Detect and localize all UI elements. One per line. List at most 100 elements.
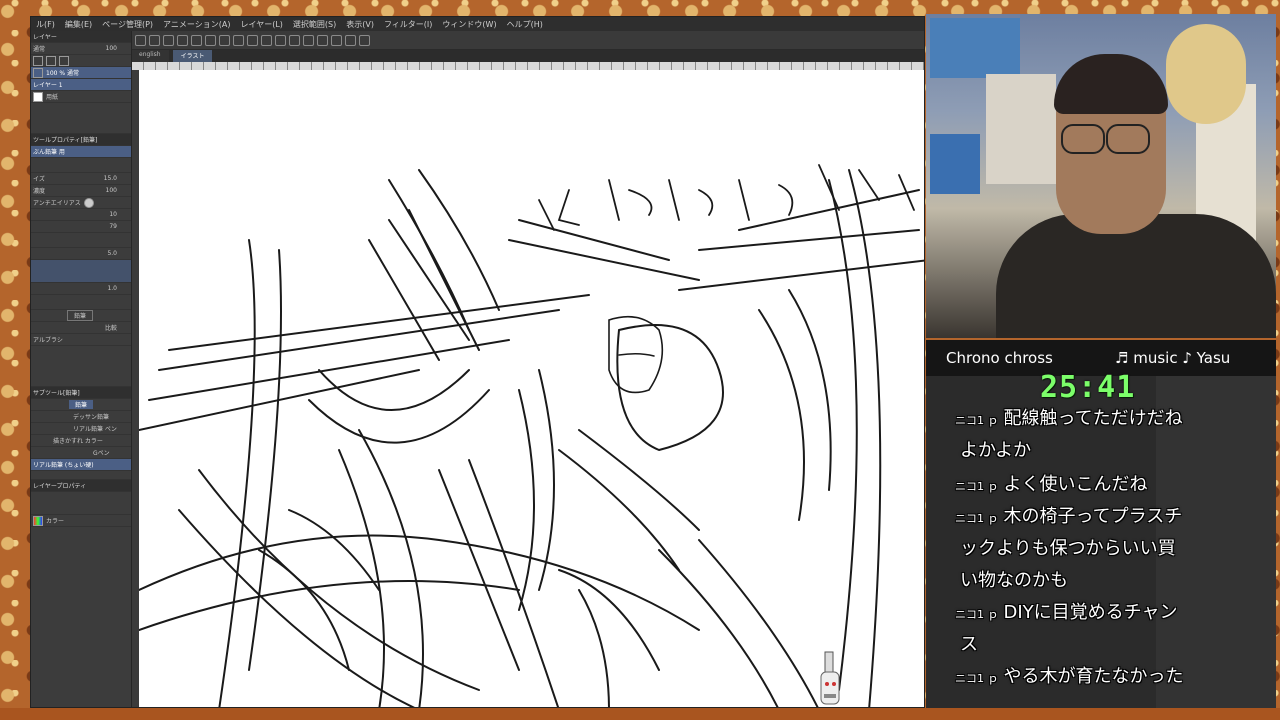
menu-animation[interactable]: アニメーション(A) [158,19,235,30]
comment-text: DIYに目覚めるチャン [1003,602,1178,623]
ratio-value[interactable]: 1.0 [107,285,131,292]
sketch-drawing [139,164,924,707]
layer-name: レイヤー 1 [33,82,63,89]
fill-icon[interactable] [233,34,244,46]
stabilization-value[interactable]: 10 [109,211,131,218]
blend-mode-select[interactable]: 通常 [33,44,45,53]
texture-grid[interactable] [31,260,131,283]
paper-layer-row[interactable]: 用紙 [31,91,131,103]
command-bar [131,31,924,50]
brush-item-3[interactable]: 描きかすれ カラー [31,435,131,447]
bottom-border [0,708,1280,720]
comment-line: ニコ1 ｐ DIYに目覚めるチャン [955,598,1177,624]
glasses-icon [1061,124,1105,154]
person-body [996,214,1276,338]
comment-line: ニコ1 ｐ よく使いこんだね [955,470,1148,496]
menu-edit[interactable]: 編集(E) [60,19,97,30]
wall-poster [930,134,980,194]
brush-size-value[interactable]: 15.0 [104,175,131,182]
color-icon [33,515,43,526]
snap-icon[interactable] [317,34,328,46]
undo-icon[interactable] [191,34,202,46]
new-file-icon[interactable] [135,34,146,46]
ruler-icon[interactable] [303,34,314,46]
brush-item-label: Gペン [93,450,110,457]
stream-timer: 25:41 [1040,370,1136,405]
comment-user: ニコ1 ｐ [955,480,999,493]
snap-grid-icon[interactable] [331,34,342,46]
music-credit: ♬ music ♪ Yasu [1115,349,1231,367]
comment-line: よかよか [955,436,1031,462]
comment-text: ックよりも保つからいい買 [960,538,1176,559]
layer-row-1-sub[interactable]: レイヤー 1 [31,79,131,91]
menu-selection[interactable]: 選択範囲(S) [288,19,341,30]
menu-bar: ル(F) 編集(E) ページ管理(P) アニメーション(A) レイヤー(L) 選… [31,17,924,31]
help-icon[interactable] [359,34,370,46]
crop-icon[interactable] [261,34,272,46]
open-file-icon[interactable] [149,34,160,46]
drawing-canvas[interactable] [139,70,924,707]
compare-select[interactable]: 比較 [105,323,131,332]
menu-file[interactable]: ル(F) [31,19,60,30]
layer-property-title: レイヤープロパティ [33,483,87,490]
brush-label: アルブラシ [33,337,63,344]
spacing-value[interactable]: 5.0 [107,250,131,257]
comment-line: い物なのかも [955,566,1068,592]
brush-item-2[interactable]: リアル鉛筆 ペン [31,423,131,435]
comment-user: ニコ1 ｐ [955,512,999,525]
opacity-value[interactable]: 100 [106,45,131,52]
paper-thumbnail [33,91,43,102]
comment-line: ニコ1 ｐ 配線触ってただけだね [955,404,1183,430]
pencil-tab[interactable]: 鉛筆 [69,400,94,409]
antialias-option[interactable] [83,197,94,208]
tab-illust[interactable]: イラスト [172,50,213,62]
tab-english[interactable]: english [131,50,169,62]
plush-toy [1166,24,1246,124]
glasses-icon [1106,124,1150,154]
paint-app-window: ル(F) 編集(E) ページ管理(P) アニメーション(A) レイヤー(L) 選… [30,16,925,708]
brush-item-label: デッサン鉛筆 [73,414,110,421]
game-title: Chrono chross [946,349,1053,367]
pencil-button[interactable]: 鉛筆 [67,310,94,321]
paper-layer-name: 用紙 [46,94,59,101]
menu-page[interactable]: ページ管理(P) [97,19,158,30]
layer-ref-icon[interactable] [59,55,69,66]
print-icon[interactable] [177,34,188,46]
save-icon[interactable] [163,34,174,46]
wall-poster [930,18,1020,78]
layer-clip-icon[interactable] [46,55,56,66]
layer-row-1[interactable]: 100 % 通常 [31,67,131,79]
mascot-cursor-icon [820,651,840,705]
loading-icon[interactable] [219,34,230,46]
comment-line: ニコ1 ｐ やる木が育たなかった [955,662,1184,688]
brush-item-1[interactable]: デッサン鉛筆 [31,411,131,423]
menu-view[interactable]: 表示(V) [341,19,379,30]
invert-icon[interactable] [289,34,300,46]
menu-help[interactable]: ヘルプ(H) [502,19,548,30]
horizontal-ruler [131,62,924,70]
color-select[interactable]: カラー [46,516,64,525]
brush-item-4[interactable]: Gペン [31,447,131,459]
hardness-value[interactable]: 79 [109,223,131,230]
wall-poster [986,74,1056,184]
brush-item-label: 描きかすれ カラー [53,438,103,445]
comment-text: 配線触ってただけだね [1003,408,1183,429]
comment-text: よく使いこんだね [1003,474,1148,495]
layer-lock-icon[interactable] [33,55,43,66]
menu-filter[interactable]: フィルター(I) [379,19,437,30]
sub-tool-name[interactable]: ぶん鉛筆 用 [33,147,65,156]
density-label: 濃度 [33,188,46,195]
document-tabs: english イラスト [131,50,924,62]
comment-user: ニコ1 ｐ [955,414,999,427]
transform-icon[interactable] [247,34,258,46]
density-value[interactable]: 100 [106,187,131,194]
menu-window[interactable]: ウィンドウ(W) [437,19,501,30]
snap-special-icon[interactable] [345,34,356,46]
deselect-icon[interactable] [275,34,286,46]
menu-layer[interactable]: レイヤー(L) [235,19,287,30]
brush-item-label: リアル鉛筆 (ちょい硬) [33,462,94,469]
comment-user: ニコ1 ｐ [955,672,999,685]
redo-icon[interactable] [205,34,216,46]
brush-size-label: イズ [33,176,45,183]
brush-item-5[interactable]: リアル鉛筆 (ちょい硬) [31,459,131,471]
